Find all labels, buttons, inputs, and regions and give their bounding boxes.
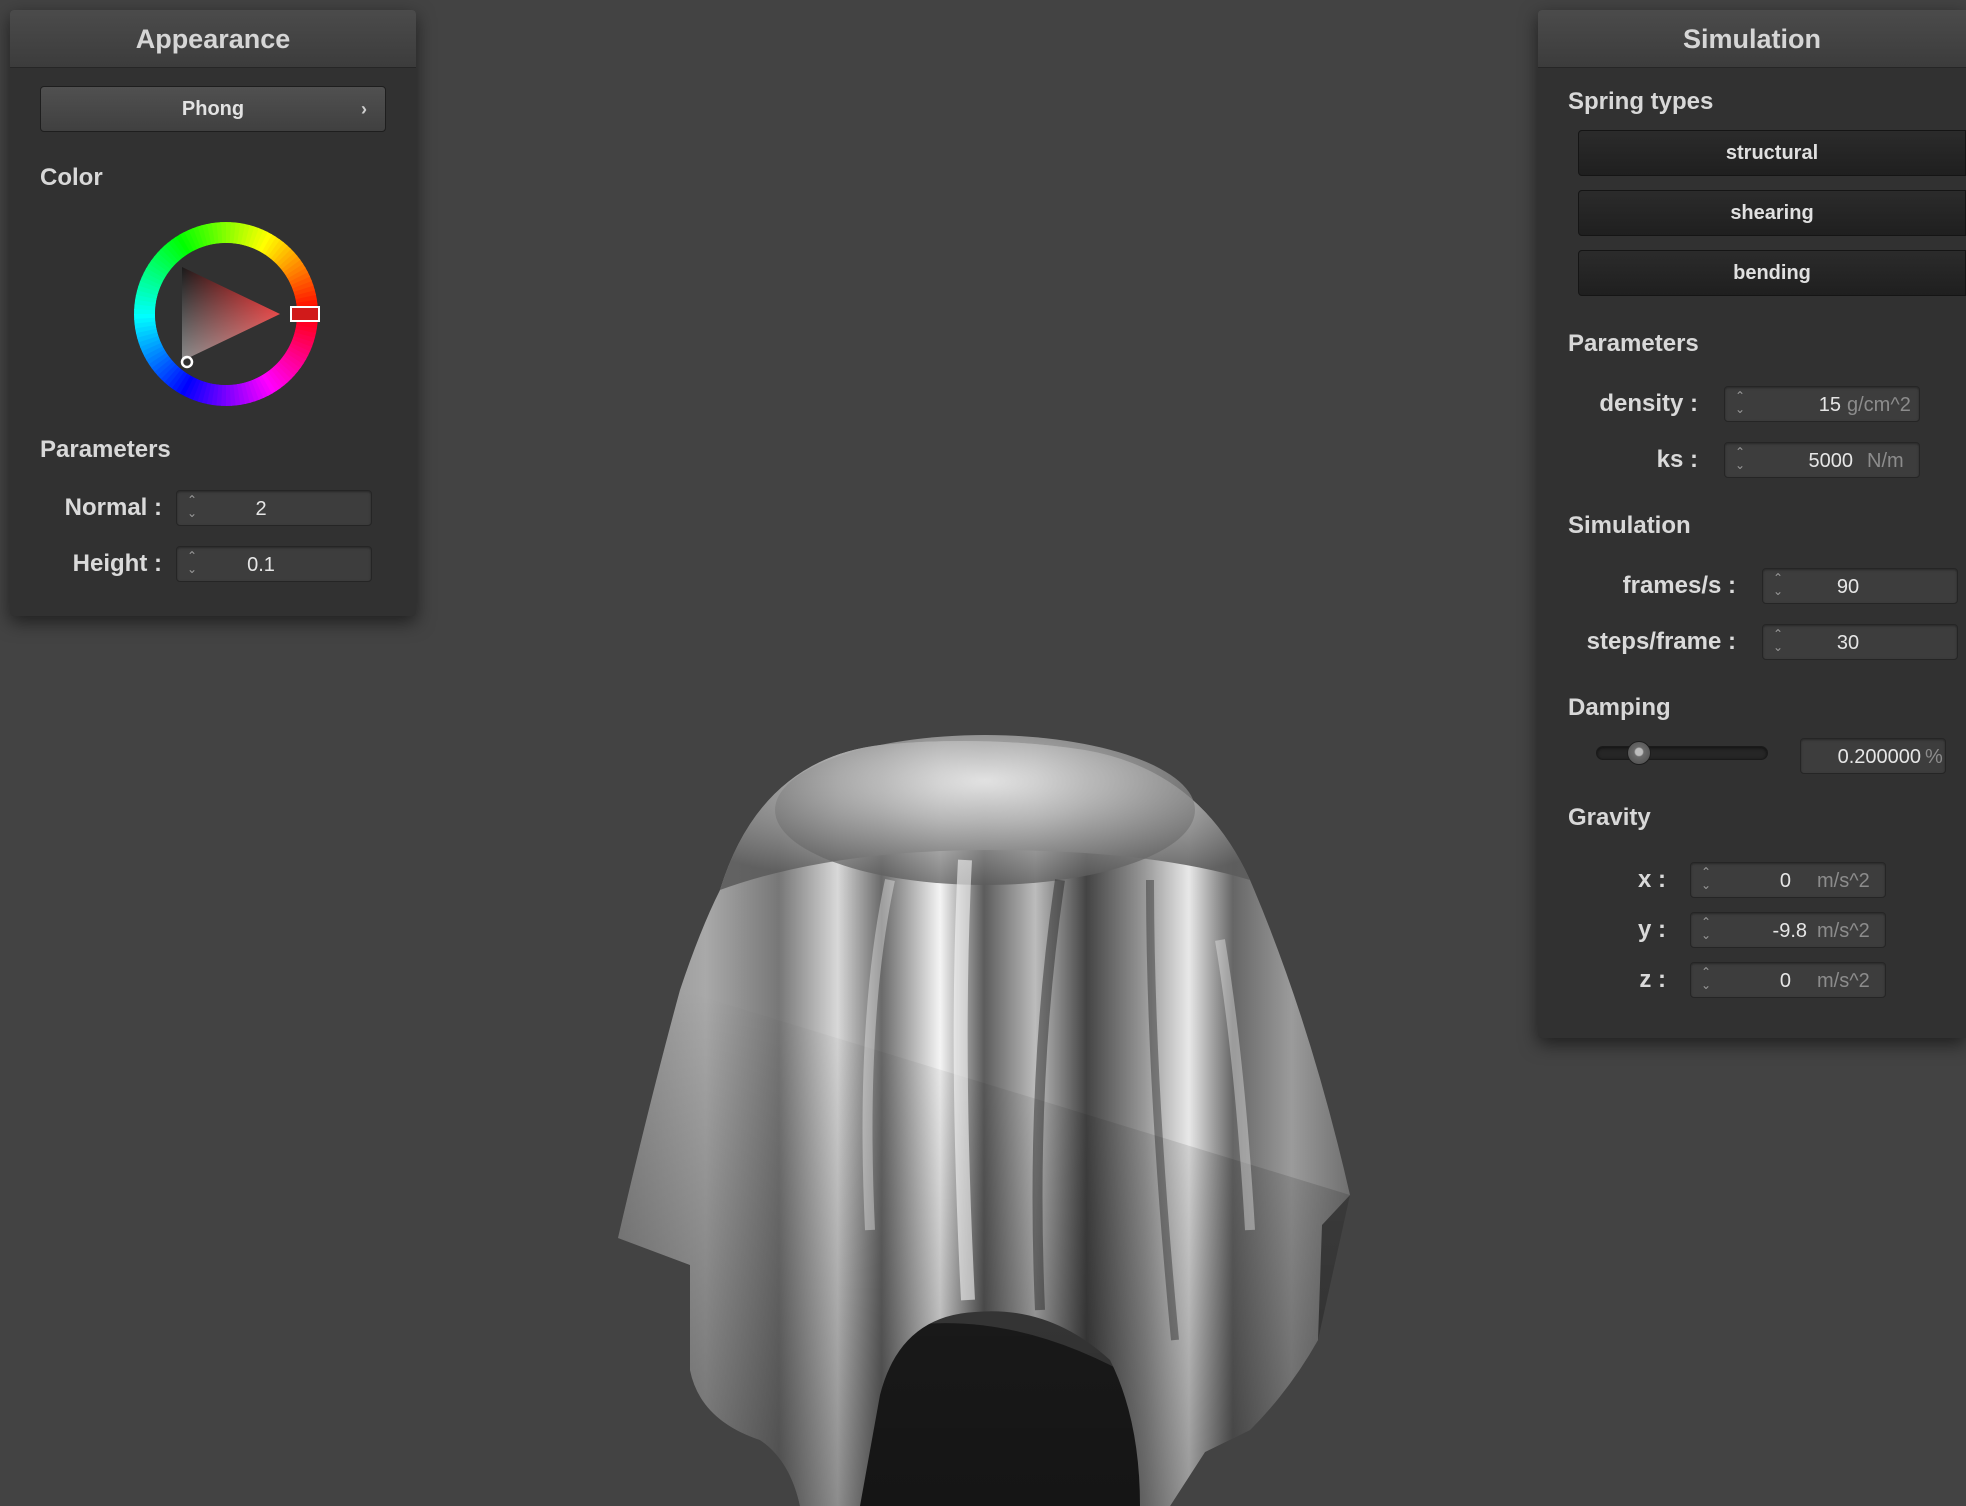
ks-input[interactable]: ⌃ ⌄ 5000 N/m (1724, 442, 1920, 478)
gravity-y-label: y : (1637, 916, 1666, 943)
sim-parameters-label: Parameters (1568, 330, 1699, 357)
damping-slider[interactable] (1596, 741, 1768, 765)
simulation-panel: Simulation Spring types structural shear… (1538, 10, 1966, 1038)
spinner-arrows-icon[interactable]: ⌃ ⌄ (1771, 572, 1785, 602)
simulation-panel-title: Simulation (1538, 10, 1966, 68)
normal-label: Normal : (64, 494, 162, 521)
spring-bending-button[interactable]: bending (1578, 250, 1966, 296)
density-input[interactable]: ⌃ ⌄ 15 g/cm^2 (1724, 386, 1920, 422)
spring-types-label: Spring types (1568, 88, 1714, 115)
spinner-arrows-icon[interactable]: ⌃ ⌄ (1699, 916, 1713, 946)
color-wheel[interactable] (126, 214, 326, 414)
damping-slider-handle[interactable] (1626, 741, 1651, 765)
density-label: density : (1599, 390, 1698, 417)
frames-label: frames/s : (1622, 572, 1736, 599)
gravity-x-input[interactable]: ⌃ ⌄ 0 m/s^2 (1690, 862, 1886, 898)
steps-input[interactable]: ⌃ ⌄ 30 (1762, 624, 1958, 660)
appearance-parameters-label: Parameters (40, 436, 171, 463)
hue-handle[interactable] (290, 306, 320, 322)
appearance-panel: Appearance Phong › Color Parameters Norm… (10, 10, 416, 616)
color-section-label: Color (40, 164, 103, 191)
gravity-y-input[interactable]: ⌃ ⌄ -9.8 m/s^2 (1690, 912, 1886, 948)
damping-label: Damping (1568, 694, 1671, 721)
spring-shearing-button[interactable]: shearing (1578, 190, 1966, 236)
height-input[interactable]: ⌃ ⌄ 0.1 (176, 546, 372, 582)
simulation-section-label: Simulation (1568, 512, 1691, 539)
normal-input[interactable]: ⌃ ⌄ 2 (176, 490, 372, 526)
spinner-arrows-icon[interactable]: ⌃ ⌄ (185, 550, 199, 580)
gravity-z-label: z : (1639, 966, 1666, 993)
spinner-arrows-icon[interactable]: ⌃ ⌄ (1699, 966, 1713, 996)
spinner-arrows-icon[interactable]: ⌃ ⌄ (1699, 866, 1713, 896)
chevron-right-icon: › (361, 99, 367, 119)
spinner-arrows-icon[interactable]: ⌃ ⌄ (185, 494, 199, 524)
frames-input[interactable]: ⌃ ⌄ 90 (1762, 568, 1958, 604)
gravity-label: Gravity (1568, 804, 1651, 831)
gravity-x-label: x : (1637, 866, 1666, 893)
spring-structural-button[interactable]: structural (1578, 130, 1966, 176)
shader-select-value: Phong (181, 98, 245, 120)
cloth-mesh (618, 735, 1350, 1506)
damping-input[interactable]: 0.200000 % (1800, 738, 1946, 774)
spinner-arrows-icon[interactable]: ⌃ ⌄ (1771, 628, 1785, 658)
gravity-z-input[interactable]: ⌃ ⌄ 0 m/s^2 (1690, 962, 1886, 998)
appearance-panel-title: Appearance (10, 10, 416, 68)
spinner-arrows-icon[interactable]: ⌃ ⌄ (1733, 446, 1747, 476)
ks-label: ks : (1656, 446, 1698, 473)
spinner-arrows-icon[interactable]: ⌃ ⌄ (1733, 390, 1747, 420)
steps-label: steps/frame : (1586, 628, 1736, 655)
shader-select[interactable]: Phong › (40, 86, 386, 132)
height-label: Height : (72, 550, 162, 577)
